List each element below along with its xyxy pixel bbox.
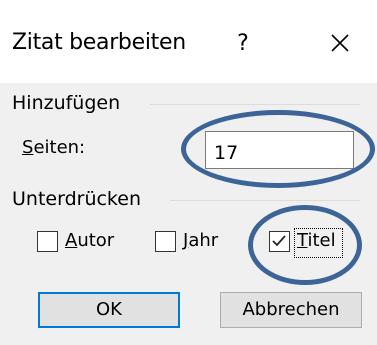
year-checkbox[interactable]: [155, 231, 176, 252]
dialog-titlebar: Zitat bearbeiten ?: [0, 0, 377, 83]
suppress-group-label: Unterdrücken: [12, 188, 141, 210]
pages-label: Seiten:: [22, 137, 86, 158]
checkmark-icon: [272, 235, 286, 247]
cancel-button[interactable]: Abbrechen: [220, 292, 362, 328]
pages-input[interactable]: [205, 131, 354, 169]
title-checkbox[interactable]: [269, 231, 290, 252]
add-group-divider: [150, 104, 360, 105]
suppress-group-divider: [170, 200, 360, 201]
close-icon: [331, 34, 349, 52]
dialog-title: Zitat bearbeiten: [12, 30, 186, 55]
ok-button[interactable]: OK: [38, 292, 180, 328]
author-checkbox-label[interactable]: Autor: [65, 230, 114, 251]
year-checkbox-label[interactable]: Jahr: [183, 230, 218, 251]
author-checkbox[interactable]: [37, 231, 58, 252]
close-button[interactable]: [318, 22, 362, 66]
help-button[interactable]: ?: [223, 22, 263, 66]
add-group-label: Hinzufügen: [12, 92, 121, 114]
title-checkbox-label[interactable]: Titel: [297, 230, 336, 251]
